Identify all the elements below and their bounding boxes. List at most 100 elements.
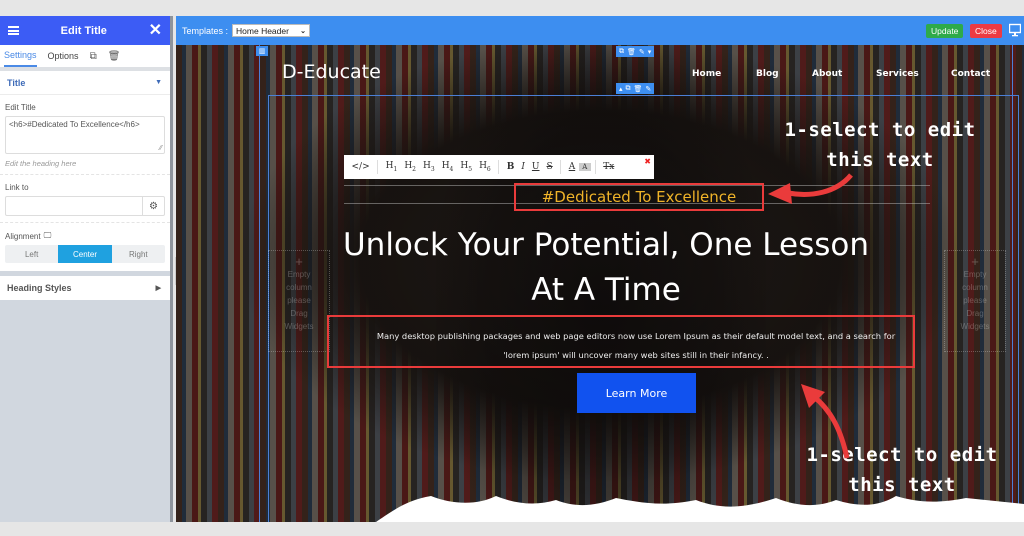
column-guide xyxy=(1018,95,1019,522)
close-button[interactable]: Close xyxy=(970,24,1002,38)
panel-title: Edit Title xyxy=(60,24,107,37)
nav-home[interactable]: Home xyxy=(692,69,721,79)
h1-button[interactable]: H1 xyxy=(382,161,401,173)
monitor-icon[interactable]: 🖵 xyxy=(44,231,52,241)
menu-icon[interactable] xyxy=(8,26,19,35)
divider xyxy=(594,160,596,174)
caret-down-icon[interactable]: ▾ xyxy=(648,48,652,56)
edit-title-field: Edit Title <h6>#Dedicated To Excellence<… xyxy=(0,95,170,175)
close-toolbar-icon[interactable]: ✖ xyxy=(644,157,651,166)
edit-title-value: <h6>#Dedicated To Excellence</h6> xyxy=(9,120,140,129)
trash-icon[interactable]: 🗑 xyxy=(108,51,121,62)
text-format-toolbar: </> H1 H2 H3 H4 H5 H6 B I U S A A Tx ✖ xyxy=(344,155,654,179)
hero-text-line: Many desktop publishing packages and web… xyxy=(376,331,896,341)
alignment-field: Alignment 🖵 Left Center Right xyxy=(0,223,170,271)
add-widget-icon[interactable]: + xyxy=(945,255,1005,268)
strikethrough-button[interactable]: S xyxy=(543,162,556,172)
close-panel-icon[interactable]: ✕ xyxy=(149,22,162,39)
tagline-heading[interactable]: #Dedicated To Excellence xyxy=(514,183,764,211)
nav-contact[interactable]: Contact xyxy=(951,69,990,79)
tab-settings[interactable]: Settings xyxy=(4,45,37,67)
empty-column-text: please xyxy=(287,296,311,305)
caret-down-icon: ▼ xyxy=(155,79,162,86)
link-input[interactable] xyxy=(6,197,142,215)
edit-icon[interactable]: ✎ xyxy=(645,85,651,93)
divider xyxy=(560,160,562,174)
arrow-annotation-icon xyxy=(768,173,853,204)
tab-options[interactable]: Options xyxy=(48,45,79,67)
row-guide xyxy=(268,95,1018,96)
duplicate-icon[interactable]: ⧉ xyxy=(619,48,624,56)
clear-format-button[interactable]: Tx xyxy=(600,162,618,172)
learn-more-button[interactable]: Learn More xyxy=(577,373,696,413)
edit-title-textarea[interactable]: <h6>#Dedicated To Excellence</h6> ⁄⁄ xyxy=(5,116,165,154)
resize-handle-icon[interactable]: ⁄⁄ xyxy=(160,145,162,152)
update-button[interactable]: Update xyxy=(926,24,964,38)
trash-icon[interactable]: 🗑 xyxy=(627,48,636,56)
edit-icon[interactable]: ✎ xyxy=(639,48,645,56)
code-view-button[interactable]: </> xyxy=(348,162,373,172)
text-color-button[interactable]: A xyxy=(565,162,579,172)
link-label: Link to xyxy=(5,183,29,192)
divider xyxy=(377,160,379,174)
column-guide xyxy=(259,45,260,522)
site-logo[interactable]: D-Educate xyxy=(282,61,381,83)
h6-button[interactable]: H6 xyxy=(476,161,495,173)
underline-button[interactable]: U xyxy=(528,162,543,172)
trash-icon[interactable]: 🗑 xyxy=(634,85,643,93)
empty-column-right[interactable]: + Empty column please Drag Widgets xyxy=(944,250,1006,352)
link-field: Link to ⚙ xyxy=(0,175,170,223)
background-color-button[interactable]: A xyxy=(578,163,591,171)
heading-styles-label: Heading Styles xyxy=(7,283,72,293)
chevron-down-icon: ⌄ xyxy=(300,27,307,35)
align-center-button[interactable]: Center xyxy=(58,245,112,263)
column-handle-icon[interactable]: ▥ xyxy=(256,46,268,56)
top-bar: Templates : Home Header ⌄ Update Close xyxy=(176,16,1024,45)
desktop-preview-icon[interactable] xyxy=(1009,23,1021,37)
panel-tabs: Settings Options ⧉ 🗑 xyxy=(0,45,170,71)
nav-about[interactable]: About xyxy=(812,69,842,79)
title-section-header[interactable]: Title ▼ xyxy=(0,71,170,95)
nav-services[interactable]: Services xyxy=(876,69,919,79)
empty-column-text: Widgets xyxy=(960,322,990,331)
title-section: Title ▼ Edit Title <h6>#Dedicated To Exc… xyxy=(0,71,170,271)
annotation-top: 1-select to edit this text xyxy=(780,115,980,175)
wave-divider xyxy=(176,496,1024,522)
duplicate-icon[interactable]: ⧉ xyxy=(626,85,631,93)
add-widget-icon[interactable]: + xyxy=(269,255,329,268)
nav-blog[interactable]: Blog xyxy=(756,69,779,79)
edit-title-label: Edit Title xyxy=(5,103,36,112)
duplicate-icon[interactable]: ⧉ xyxy=(90,51,97,62)
italic-button[interactable]: I xyxy=(518,162,529,172)
section-toolbar: ⧉ 🗑 ✎ ▾ xyxy=(616,46,655,57)
gear-icon[interactable]: ⚙ xyxy=(142,197,164,215)
h5-button[interactable]: H5 xyxy=(457,161,476,173)
hero-title-line: At A Time xyxy=(531,272,681,308)
section-title: Title xyxy=(7,77,26,88)
caret-up-icon[interactable]: ▴ xyxy=(619,85,623,93)
empty-column-text: Drag xyxy=(290,309,308,318)
h3-button[interactable]: H3 xyxy=(420,161,439,173)
empty-column-text: Empty xyxy=(287,270,311,279)
hero-text-line: 'lorem ipsum' will uncover many web site… xyxy=(503,350,769,360)
align-left-button[interactable]: Left xyxy=(5,245,58,263)
tagline-text[interactable]: #Dedicated To Excellence xyxy=(542,188,737,206)
panel-header: Edit Title ✕ xyxy=(0,16,170,45)
hero-title[interactable]: Unlock Your Potential, One Lesson At A T… xyxy=(326,223,886,313)
empty-column-text: please xyxy=(963,296,987,305)
template-select[interactable]: Home Header ⌄ xyxy=(232,24,311,37)
alignment-toggle: Left Center Right xyxy=(5,245,165,263)
empty-column-text: column xyxy=(962,283,988,292)
hero-text[interactable]: Many desktop publishing packages and web… xyxy=(346,327,926,365)
h2-button[interactable]: H2 xyxy=(401,161,420,173)
heading-styles-section[interactable]: Heading Styles ▶ xyxy=(0,276,170,300)
annotation-text: 1-select to edit xyxy=(784,119,976,141)
empty-column-left[interactable]: + Empty column please Drag Widgets xyxy=(268,250,330,352)
bold-button[interactable]: B xyxy=(503,162,518,172)
hero-title-line: Unlock Your Potential, One Lesson xyxy=(342,227,869,263)
align-right-button[interactable]: Right xyxy=(112,245,165,263)
column-guide xyxy=(1012,45,1013,522)
h4-button[interactable]: H4 xyxy=(438,161,457,173)
empty-column-text: Drag xyxy=(966,309,984,318)
caret-right-icon: ▶ xyxy=(155,285,161,292)
